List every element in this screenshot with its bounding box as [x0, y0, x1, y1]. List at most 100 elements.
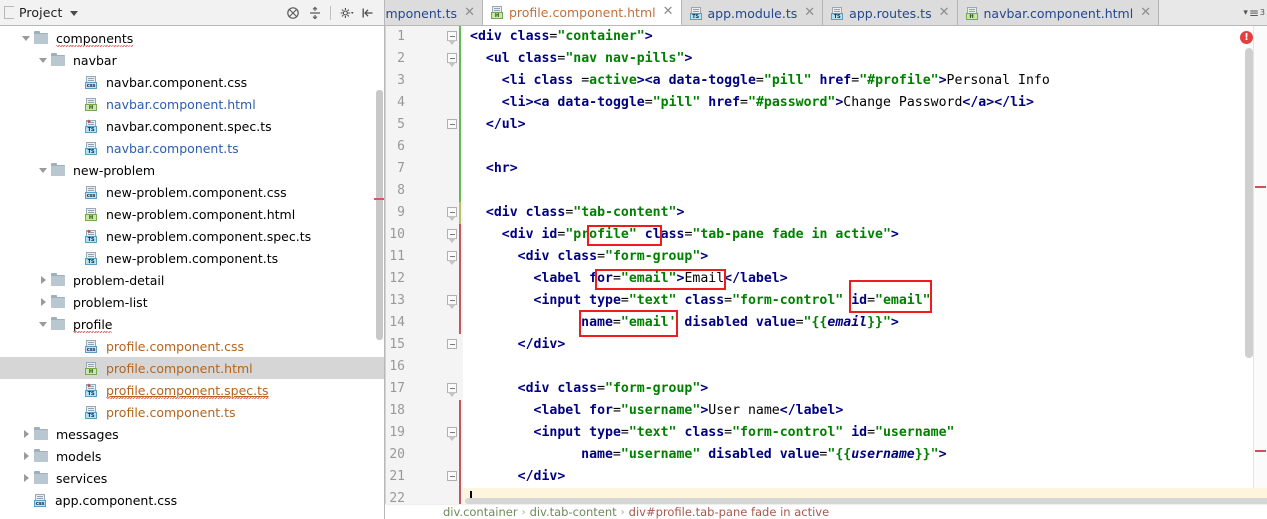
chevron-right-icon[interactable]: [21, 429, 32, 440]
tree-file-row[interactable]: ✦ TS navbar.component.spec.ts: [0, 115, 384, 137]
code-line[interactable]: [463, 356, 1267, 378]
close-icon[interactable]: ✕: [804, 6, 815, 19]
tree-folder-row[interactable]: messages: [0, 423, 384, 445]
code-line[interactable]: <label for="email">Email</label>: [463, 268, 1267, 290]
chevron-right-icon[interactable]: [38, 275, 49, 286]
code-line[interactable]: name="username" disabled value="{{userna…: [463, 444, 1267, 466]
close-icon[interactable]: ✕: [663, 5, 674, 18]
tree-file-row[interactable]: Hnew-problem.component.html: [0, 203, 384, 225]
tree-folder-row[interactable]: problem-detail: [0, 269, 384, 291]
line-number: 9: [397, 205, 405, 220]
breadcrumb[interactable]: div.container › div.tab-content › div#profil…: [385, 504, 1267, 519]
code-line[interactable]: </div>: [463, 466, 1267, 488]
vcs-change-marker[interactable]: [459, 400, 461, 504]
code-line[interactable]: <div class="tab-content">: [463, 202, 1267, 224]
line-number: 5: [397, 117, 405, 132]
tree-folder-row[interactable]: models: [0, 445, 384, 467]
code-area[interactable]: 1 2 3 4 5 6 7 8 9 10 11 12 13 14 15 16 17 18 19 20 21 22 ! <d…: [385, 26, 1267, 504]
spec-file-icon: ✦ TS: [85, 382, 98, 397]
tree-file-row[interactable]: css new-problem.component.css: [0, 181, 384, 203]
chevron-down-icon[interactable]: [38, 55, 49, 66]
folder-icon: [34, 426, 48, 440]
code-fold-toggle[interactable]: [447, 48, 458, 70]
breadcrumb-item[interactable]: div.container: [443, 505, 518, 519]
collapse-all-icon[interactable]: [283, 3, 303, 23]
code-line[interactable]: <input type="text" class="form-control" …: [463, 422, 1267, 444]
code-line[interactable]: <div class="form-group">: [463, 378, 1267, 400]
folder-icon: [34, 448, 48, 462]
tree-folder-row[interactable]: problem-list: [0, 291, 384, 313]
code-fold-toggle[interactable]: [447, 202, 458, 224]
tree-file-row[interactable]: Hprofile.component.html: [0, 357, 384, 379]
tree-folder-row[interactable]: profile: [0, 313, 384, 335]
chevron-down-icon[interactable]: [70, 11, 79, 16]
chevron-right-icon[interactable]: [38, 297, 49, 308]
tree-file-row[interactable]: Hnavbar.component.html: [0, 93, 384, 115]
editor-tab[interactable]: TS app.routes.ts ✕: [823, 0, 958, 25]
code-line[interactable]: [463, 180, 1267, 202]
code-line[interactable]: <li><a data-toggle="pill" href="#passwor…: [463, 92, 1267, 114]
tab-overview-icon[interactable]: ≡: [1249, 6, 1259, 20]
code-line[interactable]: <li class =active><a data-toggle="pill" …: [463, 70, 1267, 92]
code-line[interactable]: <div id="profile" class="tab-pane fade i…: [463, 224, 1267, 246]
settings-gear-icon[interactable]: [336, 3, 356, 23]
breadcrumb-item[interactable]: div.tab-content: [530, 505, 617, 519]
code-line[interactable]: <div class="container">: [463, 26, 1267, 48]
tree-file-row[interactable]: css navbar.component.css: [0, 71, 384, 93]
close-icon[interactable]: ✕: [1140, 6, 1151, 19]
code-fold-toggle[interactable]: [447, 422, 458, 444]
tree-file-row[interactable]: css profile.component.css: [0, 335, 384, 357]
code-fold-toggle[interactable]: [447, 466, 458, 488]
tree-file-row[interactable]: TS navbar.component.ts: [0, 137, 384, 159]
code-fold-toggle[interactable]: [447, 224, 458, 246]
vcs-change-marker[interactable]: [459, 224, 461, 334]
tab-list-dropdown-icon[interactable]: ▾: [1243, 8, 1248, 18]
tree-folder-row[interactable]: new-problem: [0, 159, 384, 181]
code-fold-toggle[interactable]: [447, 246, 458, 268]
code-line[interactable]: <ul class="nav nav-pills">: [463, 48, 1267, 70]
chevron-right-icon[interactable]: [21, 451, 32, 462]
editor-tab[interactable]: Hprofile.component.html ✕: [482, 0, 682, 25]
expand-all-icon[interactable]: [305, 3, 325, 23]
close-icon[interactable]: ✕: [464, 6, 475, 19]
close-icon[interactable]: ✕: [939, 6, 950, 19]
code-fold-toggle[interactable]: [447, 378, 458, 400]
vcs-change-marker[interactable]: [459, 26, 461, 202]
vcs-change-marker[interactable]: [459, 202, 461, 224]
code-line[interactable]: </div>: [463, 334, 1267, 356]
editor-horizontal-scrollbar[interactable]: [465, 498, 1267, 504]
tree-file-row[interactable]: css app.component.css: [0, 489, 384, 511]
tree-folder-row[interactable]: components: [0, 27, 384, 49]
tree-file-row[interactable]: ✦ TS profile.component.spec.ts: [0, 379, 384, 401]
code-line[interactable]: [463, 136, 1267, 158]
code-fold-toggle[interactable]: [447, 290, 458, 312]
code-line[interactable]: </ul>: [463, 114, 1267, 136]
editor-tab[interactable]: TS app.module.ts ✕: [681, 0, 824, 25]
tree-file-row[interactable]: ✦ TS new-problem.component.spec.ts: [0, 225, 384, 247]
tree-scrollbar[interactable]: [376, 90, 383, 340]
tree-folder-row[interactable]: services: [0, 467, 384, 489]
code-line[interactable]: <input type="text" class="form-control" …: [463, 290, 1267, 312]
editor-tab[interactable]: TSr.component.ts✕: [385, 0, 483, 25]
chevron-down-icon[interactable]: [38, 319, 49, 330]
line-number: 7: [397, 161, 405, 176]
breadcrumb-item[interactable]: div#profile.tab-pane fade in active: [629, 505, 830, 519]
tree-folder-row[interactable]: navbar: [0, 49, 384, 71]
editor-tab[interactable]: Hnavbar.component.html ✕: [957, 0, 1160, 25]
chevron-down-icon[interactable]: [38, 165, 49, 176]
chevron-down-icon[interactable]: [21, 33, 32, 44]
code-line[interactable]: name="email' disabled value="{{email}}">: [463, 312, 1267, 334]
tree-file-row[interactable]: TS new-problem.component.ts: [0, 247, 384, 269]
chevron-right-icon[interactable]: [21, 473, 32, 484]
code-fold-toggle[interactable]: [447, 334, 458, 356]
tree-file-row[interactable]: TS profile.component.ts: [0, 401, 384, 423]
code-fold-toggle[interactable]: [447, 114, 458, 136]
code-line[interactable]: <label for="username">User name</label>: [463, 400, 1267, 422]
code-lines[interactable]: <div class="container"> <ul class="nav n…: [463, 26, 1267, 504]
code-line[interactable]: <hr>: [463, 158, 1267, 180]
project-file-tree[interactable]: components navbar css navbar.component.css H…: [0, 26, 385, 519]
code-line[interactable]: <div class="form-group">: [463, 246, 1267, 268]
code-fold-toggle[interactable]: [447, 26, 458, 48]
hide-panel-icon[interactable]: [358, 3, 378, 23]
